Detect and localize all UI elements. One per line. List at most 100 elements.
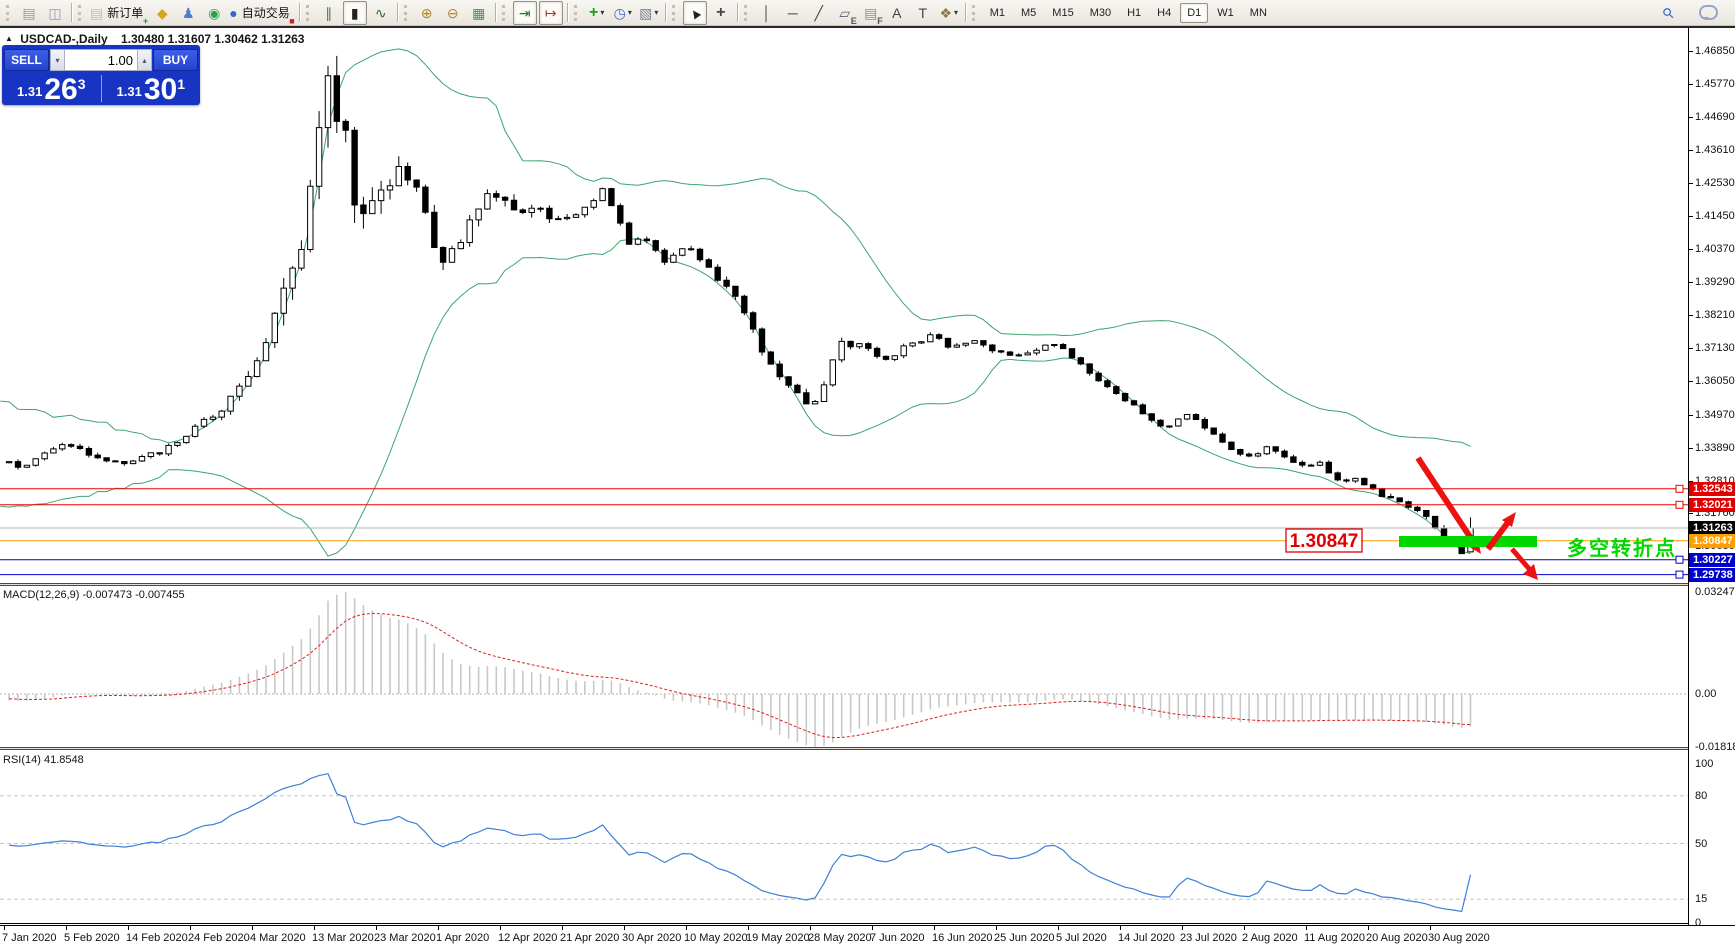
charts-list-icon: ▤ bbox=[22, 3, 35, 23]
autotrading-icon[interactable]: ●■自动交易 bbox=[228, 1, 294, 25]
sell-button[interactable]: SELL bbox=[4, 49, 49, 71]
bull-candles bbox=[6, 76, 1473, 552]
time-tick-label: 5 Feb 2020 bbox=[64, 932, 120, 944]
timeframe-h4[interactable]: H4 bbox=[1150, 3, 1178, 23]
chart-window[interactable]: 1.30847多空转折点 7 Jan 20205 Feb 202014 Feb … bbox=[0, 26, 1735, 949]
price-tick-label: 1.39290 bbox=[1695, 276, 1735, 288]
turning-point-annotation-text[interactable]: 多空转折点 bbox=[1567, 536, 1677, 560]
cursor-icon[interactable]: ▲ bbox=[683, 1, 707, 25]
dropdown-arrow-icon[interactable]: ▾ bbox=[600, 8, 604, 17]
metaeditor-icon: ◆ bbox=[157, 3, 168, 23]
time-tick bbox=[1306, 926, 1307, 930]
timeframe-m5[interactable]: M5 bbox=[1014, 3, 1043, 23]
timeframe-m15[interactable]: M15 bbox=[1045, 3, 1080, 23]
macd-panel-canvas[interactable] bbox=[0, 586, 1688, 747]
dropdown-arrow-icon[interactable]: ▾ bbox=[954, 8, 958, 17]
bar-chart-icon: ∥ bbox=[325, 3, 332, 23]
crosshair-icon[interactable]: + bbox=[709, 1, 733, 25]
templates-icon: ▧ bbox=[639, 3, 652, 23]
zoom-in-icon[interactable]: ⊕ bbox=[415, 1, 439, 25]
arrows-icon[interactable]: ❖▾ bbox=[937, 1, 961, 25]
trendline-icon[interactable]: ╱ bbox=[807, 1, 831, 25]
price-tick bbox=[1689, 381, 1693, 382]
sell-price: 1.31263 bbox=[2, 73, 101, 104]
line-handle[interactable] bbox=[1676, 501, 1683, 508]
metaeditor-icon[interactable]: ◆ bbox=[150, 1, 174, 25]
time-tick bbox=[252, 926, 253, 930]
bar-chart-icon[interactable]: ∥ bbox=[317, 1, 341, 25]
time-tick bbox=[810, 926, 811, 930]
experts-icon[interactable]: ♟ bbox=[176, 1, 200, 25]
line-handle[interactable] bbox=[1676, 485, 1683, 492]
chat-icon bbox=[1699, 5, 1718, 20]
rsi-panel-canvas[interactable] bbox=[0, 750, 1688, 925]
dropdown-arrow-icon[interactable]: ▾ bbox=[628, 8, 632, 17]
green-highlight-bar[interactable] bbox=[1399, 536, 1537, 547]
price-tick bbox=[1689, 216, 1693, 217]
new-order-icon[interactable]: ▤+新订单 bbox=[89, 1, 148, 25]
periods-icon[interactable]: ◷▾ bbox=[611, 1, 635, 25]
price-tick bbox=[1689, 282, 1693, 283]
timeframe-m1[interactable]: M1 bbox=[983, 3, 1012, 23]
search-icon[interactable]: ⚲ bbox=[1656, 1, 1680, 25]
volume-input[interactable] bbox=[65, 49, 137, 71]
buy-button[interactable]: BUY bbox=[153, 49, 198, 71]
time-tick-label: 14 Jul 2020 bbox=[1118, 932, 1175, 944]
timeframe-w1[interactable]: W1 bbox=[1210, 3, 1241, 23]
time-tick bbox=[748, 926, 749, 930]
auto-scroll-icon: ⇥ bbox=[519, 3, 531, 23]
candlestick-chart-icon: ▮ bbox=[351, 3, 359, 23]
charts-list-icon[interactable]: ▤ bbox=[17, 1, 41, 25]
data-window-icon[interactable]: ◫ bbox=[43, 1, 67, 25]
signals-icon[interactable]: ◉ bbox=[202, 1, 226, 25]
buy-price: 1.31301 bbox=[102, 73, 201, 104]
line-chart-icon[interactable]: ∿ bbox=[369, 1, 393, 25]
zoom-in-icon: ⊕ bbox=[421, 3, 433, 23]
line-handle[interactable] bbox=[1676, 556, 1683, 563]
price-tick-label: 1.45770 bbox=[1695, 78, 1735, 90]
horizontal-line-icon[interactable]: ─ bbox=[781, 1, 805, 25]
time-tick bbox=[190, 926, 191, 930]
candlestick-chart-icon[interactable]: ▮ bbox=[343, 1, 367, 25]
indicators-icon[interactable]: +▾ bbox=[585, 1, 609, 25]
autotrading-icon: ● bbox=[229, 3, 237, 23]
fibonacci-icon[interactable]: ▤F bbox=[859, 1, 883, 25]
price-tick bbox=[1689, 448, 1693, 449]
zoom-out-icon[interactable]: ⊖ bbox=[441, 1, 465, 25]
price-axis[interactable]: 1.468501.457701.446901.436101.425301.414… bbox=[1688, 28, 1735, 925]
chart-collapse-icon[interactable]: ▲ bbox=[5, 34, 13, 43]
volume-decrease-button[interactable]: ▾ bbox=[50, 49, 65, 71]
templates-icon[interactable]: ▧▾ bbox=[637, 1, 661, 25]
equidistant-channel-icon[interactable]: ▱E bbox=[833, 1, 857, 25]
line-handle[interactable] bbox=[1676, 571, 1683, 578]
text-icon[interactable]: A bbox=[885, 1, 909, 25]
tile-windows-icon[interactable]: ▦ bbox=[467, 1, 491, 25]
timeframe-m30[interactable]: M30 bbox=[1083, 3, 1118, 23]
dropdown-arrow-icon[interactable]: ▾ bbox=[654, 8, 658, 17]
volume-control: ▾ ▴ bbox=[50, 49, 152, 71]
timeframe-h1[interactable]: H1 bbox=[1120, 3, 1148, 23]
vertical-line-icon[interactable]: │ bbox=[755, 1, 779, 25]
timeframe-mn[interactable]: MN bbox=[1243, 3, 1274, 23]
time-tick-label: 25 Jun 2020 bbox=[994, 932, 1055, 944]
price-tick-label: 1.40370 bbox=[1695, 243, 1735, 255]
time-tick-label: 23 Jul 2020 bbox=[1180, 932, 1237, 944]
new-order-icon: ▤ bbox=[90, 3, 103, 23]
main-chart-canvas[interactable]: 1.30847多空转折点 bbox=[0, 28, 1688, 583]
mt4-terminal: ▤◫▤+新订单◆♟◉●■自动交易∥▮∿⊕⊖▦⇥↦+▾◷▾▧▾▲+│─╱▱E▤FA… bbox=[0, 0, 1735, 949]
price-tick-label: 1.36050 bbox=[1695, 375, 1735, 387]
time-tick-label: 11 Aug 2020 bbox=[1304, 932, 1365, 944]
auto-scroll-icon[interactable]: ⇥ bbox=[513, 1, 537, 25]
cursor-icon: ▲ bbox=[683, 0, 706, 24]
chart-shift-icon[interactable]: ↦ bbox=[539, 1, 563, 25]
one-click-trading-panel: SELL ▾ ▴ BUY 1.31263 1.31301 bbox=[2, 45, 200, 105]
timeframe-d1[interactable]: D1 bbox=[1180, 3, 1208, 23]
price-tick-label: 1.41450 bbox=[1695, 210, 1735, 222]
chat-icon[interactable] bbox=[1696, 1, 1720, 25]
text-icon: A bbox=[892, 3, 901, 23]
text-label-icon[interactable]: T bbox=[911, 1, 935, 25]
time-axis[interactable]: 7 Jan 20205 Feb 202014 Feb 202024 Feb 20… bbox=[0, 925, 1735, 949]
time-tick bbox=[1182, 926, 1183, 930]
volume-increase-button[interactable]: ▴ bbox=[137, 49, 152, 71]
time-tick-label: 1 Apr 2020 bbox=[436, 932, 489, 944]
